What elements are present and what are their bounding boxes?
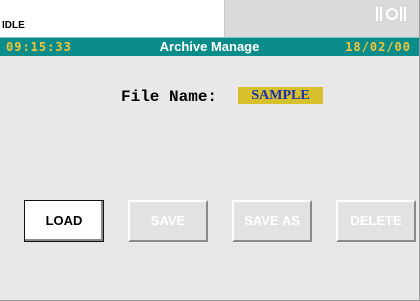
- save-button: SAVE: [128, 200, 208, 242]
- date-display: 18/02/00: [345, 40, 411, 54]
- signal-bars-logo-icon: [376, 7, 406, 21]
- title-bar: 09:15:33 Archive Manage 18/02/00: [0, 37, 419, 56]
- save-as-button: SAVE AS: [232, 200, 312, 242]
- delete-button: DELETE: [336, 200, 416, 242]
- file-name-label: File Name:: [121, 88, 218, 106]
- top-strip: IDLE: [0, 0, 419, 37]
- logo-area: [225, 0, 419, 37]
- status-area: IDLE: [0, 0, 225, 37]
- file-name-field[interactable]: SAMPLE: [238, 87, 323, 104]
- load-button[interactable]: LOAD: [24, 200, 104, 242]
- archive-manage-screen: IDLE 09:15:33 Archive Manage 18/02/00 Fi…: [0, 0, 420, 301]
- status-text: IDLE: [2, 20, 25, 31]
